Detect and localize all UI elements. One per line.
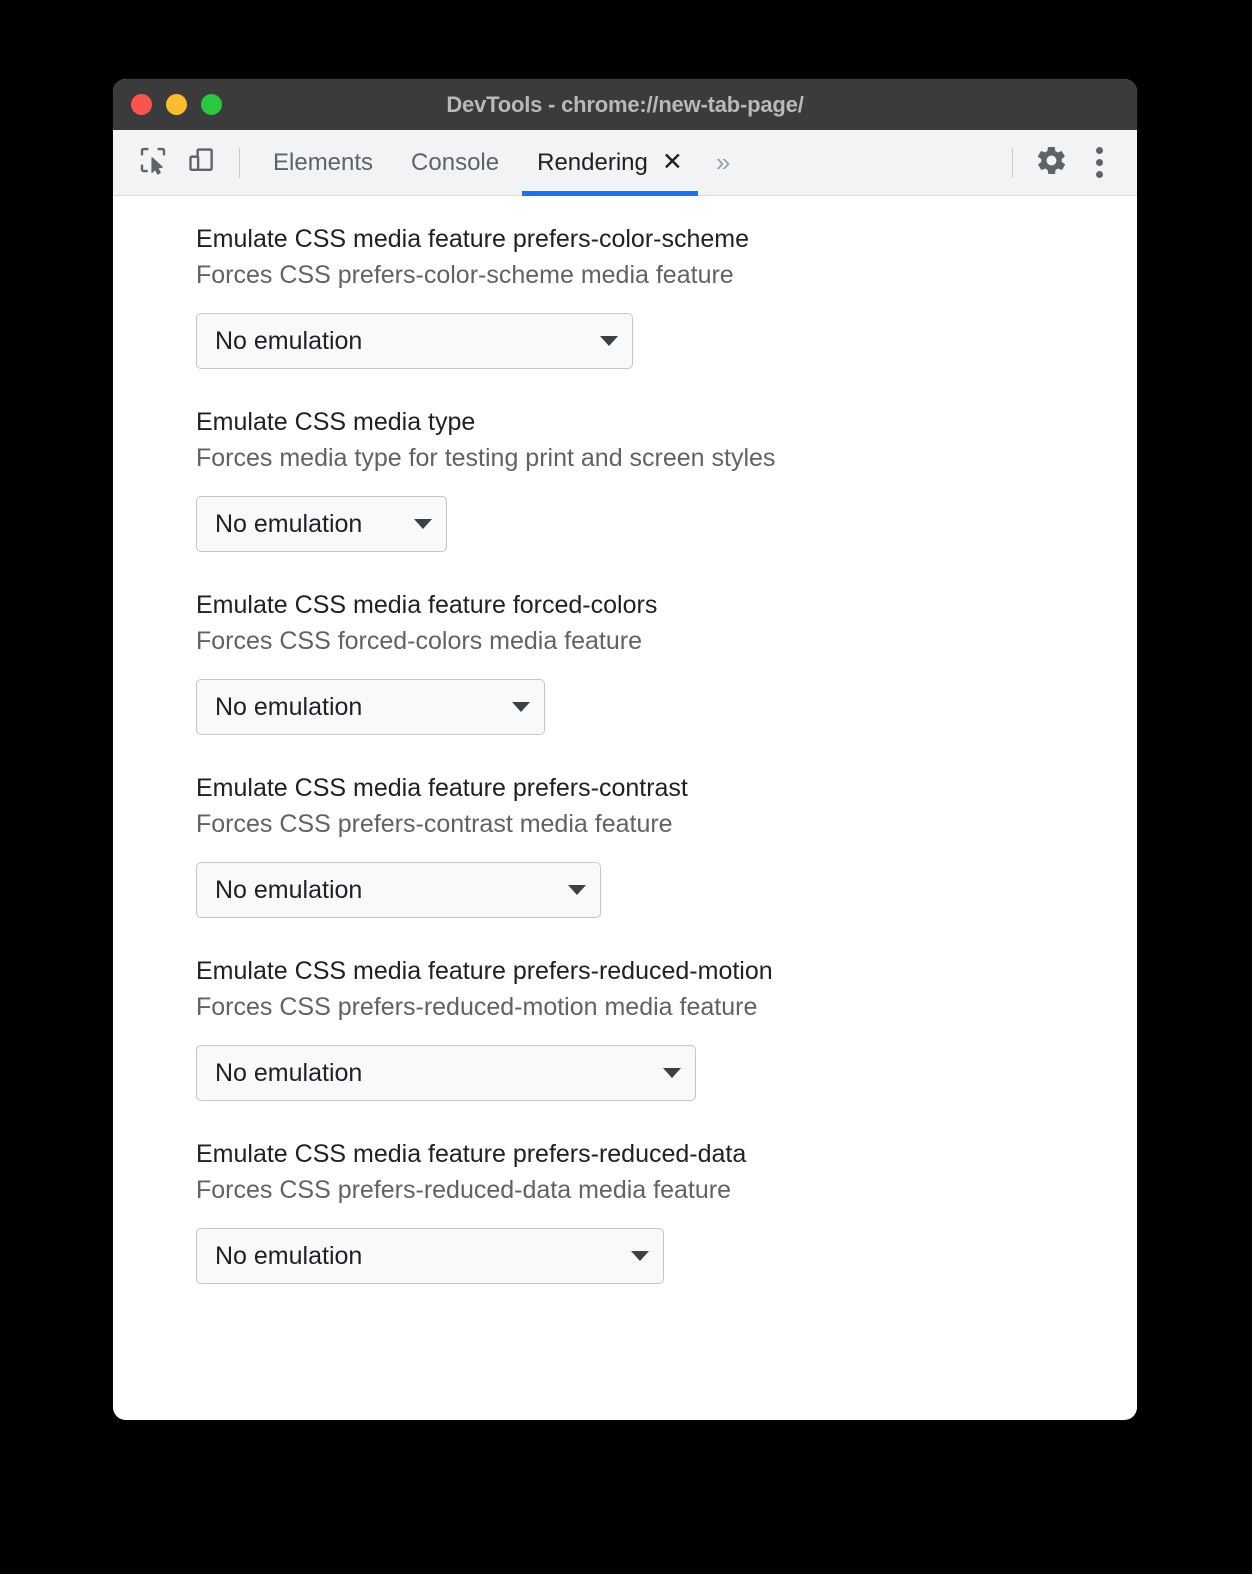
settings-button[interactable] [1027,139,1075,187]
setting-prefers-reduced-motion: Emulate CSS media feature prefers-reduce… [113,954,1137,1101]
setting-description: Forces media type for testing print and … [196,443,776,472]
gear-icon [1035,144,1068,182]
inspect-element-icon [138,145,168,180]
setting-description: Forces CSS prefers-reduced-data media fe… [196,1175,731,1204]
select-value: No emulation [215,875,363,904]
setting-title: Emulate CSS media feature prefers-contra… [196,774,688,802]
device-toolbar-button[interactable] [177,139,225,187]
devtools-toolbar: Elements Console Rendering ✕ » [113,130,1137,196]
chevron-down-icon [631,1251,649,1261]
close-window-button[interactable] [131,94,152,115]
chevron-double-right-icon: » [715,147,731,177]
more-options-button[interactable] [1075,139,1123,187]
devtools-window: DevTools - chrome://new-tab-page/ Elemen… [113,79,1137,1420]
setting-select-wrapper: No emulation [196,679,1137,735]
select-value: No emulation [215,692,363,721]
setting-description: Forces CSS forced-colors media feature [196,626,643,655]
setting-select-wrapper: No emulation [196,862,1137,918]
setting-title: Emulate CSS media feature prefers-color-… [196,225,750,253]
setting-select-wrapper: No emulation [196,313,1137,369]
prefers-contrast-select[interactable]: No emulation [196,862,601,918]
inspect-element-button[interactable] [129,139,177,187]
window-title-bar: DevTools - chrome://new-tab-page/ [113,79,1137,130]
setting-prefers-contrast: Emulate CSS media feature prefers-contra… [113,771,1137,918]
traffic-light-controls [131,79,222,130]
window-title: DevTools - chrome://new-tab-page/ [446,91,804,117]
setting-prefers-reduced-data: Emulate CSS media feature prefers-reduce… [113,1137,1137,1284]
rendering-panel: Emulate CSS media feature prefers-color-… [113,196,1137,1419]
tab-console[interactable]: Console [392,130,518,196]
more-tabs-button[interactable]: » [702,130,744,196]
setting-select-wrapper: No emulation [196,1045,1137,1101]
chevron-down-icon [600,336,618,346]
select-value: No emulation [215,509,363,538]
device-toolbar-icon [186,145,216,180]
setting-title: Emulate CSS media feature prefers-reduce… [196,1140,747,1168]
media-type-select[interactable]: No emulation [196,496,447,552]
forced-colors-select[interactable]: No emulation [196,679,545,735]
prefers-color-scheme-select[interactable]: No emulation [196,313,633,369]
select-value: No emulation [215,1241,363,1270]
setting-forced-colors: Emulate CSS media feature forced-colors … [113,588,1137,735]
setting-media-type: Emulate CSS media type Forces media type… [113,405,1137,552]
zoom-window-button[interactable] [201,94,222,115]
setting-description: Forces CSS prefers-reduced-motion media … [196,992,758,1021]
prefers-reduced-motion-select[interactable]: No emulation [196,1045,696,1101]
tab-rendering[interactable]: Rendering ✕ [518,130,702,196]
prefers-reduced-data-select[interactable]: No emulation [196,1228,664,1284]
toolbar-divider [239,147,240,178]
tab-elements-label: Elements [273,148,374,176]
chevron-down-icon [512,702,530,712]
three-dot-menu-icon [1095,147,1103,178]
toolbar-right-group [998,139,1137,187]
chevron-down-icon [414,519,432,529]
setting-prefers-color-scheme: Emulate CSS media feature prefers-color-… [113,222,1137,369]
select-value: No emulation [215,1058,363,1087]
tab-console-label: Console [411,148,500,176]
setting-select-wrapper: No emulation [196,1228,1137,1284]
setting-description: Forces CSS prefers-color-scheme media fe… [196,260,734,289]
setting-title: Emulate CSS media feature prefers-reduce… [196,957,773,985]
close-icon[interactable]: ✕ [662,150,683,175]
setting-select-wrapper: No emulation [196,496,1137,552]
minimize-window-button[interactable] [166,94,187,115]
chevron-down-icon [568,885,586,895]
chevron-down-icon [663,1068,681,1078]
setting-title: Emulate CSS media type [196,408,476,436]
toolbar-divider-right [1012,147,1013,178]
select-value: No emulation [215,326,363,355]
setting-description: Forces CSS prefers-contrast media featur… [196,809,673,838]
tab-elements[interactable]: Elements [254,130,392,196]
setting-title: Emulate CSS media feature forced-colors [196,591,658,619]
tab-rendering-label: Rendering [537,148,648,176]
